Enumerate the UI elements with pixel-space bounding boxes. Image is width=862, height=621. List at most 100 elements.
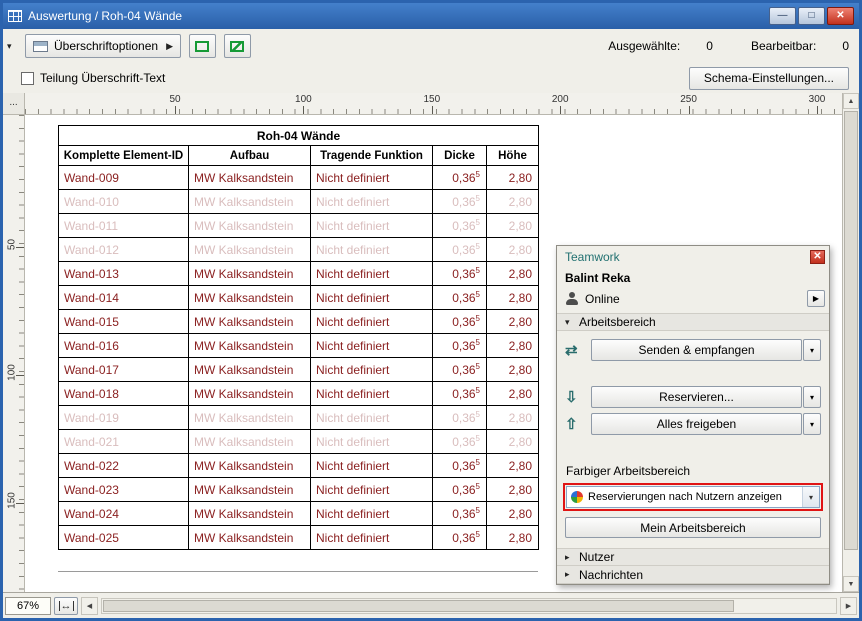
editable-label: Bearbeitbar: — [751, 39, 816, 53]
zoom-level[interactable]: 67% — [5, 597, 51, 615]
section-nutzer[interactable]: ▸ Nutzer — [557, 548, 829, 566]
edit-marquee-button[interactable] — [224, 34, 251, 58]
horizontal-scroll-thumb[interactable] — [103, 600, 734, 612]
release-all-dropdown-icon[interactable]: ▾ — [803, 413, 821, 435]
scroll-down-icon[interactable]: ▼ — [843, 576, 859, 592]
ruler-label: 150 — [7, 491, 18, 511]
online-expand-button[interactable]: ▶ — [807, 290, 825, 307]
section-nachrichten-label: Nachrichten — [579, 568, 643, 582]
table-row[interactable]: Wand-018MW KalksandsteinNicht definiert0… — [59, 382, 539, 406]
dropdown-chevron-icon[interactable]: ▾ — [802, 487, 819, 507]
cell-aufbau: MW Kalksandstein — [189, 190, 311, 214]
column-header-dicke: Dicke — [433, 146, 487, 166]
table-row[interactable]: Wand-012MW KalksandsteinNicht definiert0… — [59, 238, 539, 262]
ruler-label: 250 — [680, 94, 697, 105]
cell-element-id: Wand-018 — [59, 382, 189, 406]
release-all-label: Alles freigeben — [657, 417, 736, 431]
table-row[interactable]: Wand-009MW KalksandsteinNicht definiert0… — [59, 166, 539, 190]
table-row[interactable]: Wand-024MW KalksandsteinNicht definiert0… — [59, 502, 539, 526]
teamwork-close-icon[interactable]: ✕ — [810, 250, 825, 264]
maximize-button[interactable]: □ — [798, 7, 825, 25]
table-row[interactable]: Wand-019MW KalksandsteinNicht definiert0… — [59, 406, 539, 430]
cell-funktion: Nicht definiert — [311, 406, 433, 430]
table-row[interactable]: Wand-014MW KalksandsteinNicht definiert0… — [59, 286, 539, 310]
column-header-hoehe: Höhe — [487, 146, 539, 166]
cell-hoehe: 2,80 — [487, 238, 539, 262]
fit-width-button[interactable]: ↔ — [54, 597, 78, 615]
cell-aufbau: MW Kalksandstein — [189, 406, 311, 430]
teamwork-palette: Teamwork ✕ Balint Reka Online ▶ ▾ Arbeit… — [556, 245, 830, 585]
split-heading-checkbox[interactable] — [21, 72, 34, 85]
column-header-id: Komplette Element-ID — [59, 146, 189, 166]
table-row[interactable]: Wand-021MW KalksandsteinNicht definiert0… — [59, 430, 539, 454]
ruler-label: 200 — [552, 94, 569, 105]
my-workspace-button[interactable]: Mein Arbeitsbereich — [565, 517, 821, 538]
cell-aufbau: MW Kalksandstein — [189, 238, 311, 262]
send-receive-dropdown-icon[interactable]: ▾ — [803, 339, 821, 361]
my-workspace-label: Mein Arbeitsbereich — [640, 521, 745, 535]
close-button[interactable]: ✕ — [827, 7, 854, 25]
vertical-scroll-thumb[interactable] — [844, 111, 858, 550]
send-receive-button[interactable]: Senden & empfangen — [591, 339, 802, 361]
section-arbeitsbereich[interactable]: ▾ Arbeitsbereich — [557, 313, 829, 331]
horizontal-scroll-track[interactable] — [101, 598, 837, 614]
cell-dicke: 0,365 — [433, 286, 487, 310]
cell-funktion: Nicht definiert — [311, 262, 433, 286]
user-icon — [566, 292, 578, 305]
reserve-button[interactable]: Reservieren... — [591, 386, 802, 408]
selected-count: 0 — [706, 39, 713, 53]
send-receive-icon: ⇄ — [565, 341, 591, 359]
cell-element-id: Wand-013 — [59, 262, 189, 286]
schema-settings-button[interactable]: Schema-Einstellungen... — [689, 67, 849, 90]
cell-element-id: Wand-015 — [59, 310, 189, 334]
cell-aufbau: MW Kalksandstein — [189, 310, 311, 334]
table-row[interactable]: Wand-016MW KalksandsteinNicht definiert0… — [59, 334, 539, 358]
vertical-scrollbar[interactable]: ▲ ▼ — [842, 93, 859, 592]
reserve-label: Reservieren... — [659, 390, 734, 404]
table-row[interactable]: Wand-017MW KalksandsteinNicht definiert0… — [59, 358, 539, 382]
vertical-scroll-track[interactable] — [843, 109, 859, 576]
teamwork-header[interactable]: Teamwork ✕ — [557, 246, 829, 267]
cell-funktion: Nicht definiert — [311, 334, 433, 358]
section-nachrichten[interactable]: ▸ Nachrichten — [557, 566, 829, 584]
table-row[interactable]: Wand-013MW KalksandsteinNicht definiert0… — [59, 262, 539, 286]
cell-aufbau: MW Kalksandstein — [189, 454, 311, 478]
cell-hoehe: 2,80 — [487, 262, 539, 286]
release-all-button[interactable]: Alles freigeben — [591, 413, 802, 435]
schedule-table: Roh-04 Wände Komplette Element-ID Aufbau… — [58, 125, 539, 550]
table-bottom-rule — [58, 571, 538, 572]
ruler-corner-button[interactable]: ... — [3, 93, 25, 114]
table-row[interactable]: Wand-023MW KalksandsteinNicht definiert0… — [59, 478, 539, 502]
table-row[interactable]: Wand-010MW KalksandsteinNicht definiert0… — [59, 190, 539, 214]
ruler-label: 50 — [7, 235, 18, 255]
cell-aufbau: MW Kalksandstein — [189, 214, 311, 238]
schedule-window: Auswertung / Roh-04 Wände — □ ✕ ▾ Übersc… — [0, 0, 862, 621]
cell-dicke: 0,365 — [433, 406, 487, 430]
workspace-dropdown-value: Reservierungen nach Nutzern anzeigen — [588, 491, 797, 503]
heading-options-button[interactable]: Überschriftoptionen ▶ — [25, 34, 181, 58]
selected-label: Ausgewählte: — [608, 39, 680, 53]
workspace-color-dropdown[interactable]: Reservierungen nach Nutzern anzeigen ▾ — [566, 486, 820, 508]
scroll-right-icon[interactable]: ▶ — [840, 597, 857, 615]
scroll-up-icon[interactable]: ▲ — [843, 93, 859, 109]
table-row[interactable]: Wand-015MW KalksandsteinNicht definiert0… — [59, 310, 539, 334]
cell-element-id: Wand-016 — [59, 334, 189, 358]
reserve-dropdown-icon[interactable]: ▾ — [803, 386, 821, 408]
cell-element-id: Wand-022 — [59, 454, 189, 478]
table-row[interactable]: Wand-011MW KalksandsteinNicht definiert0… — [59, 214, 539, 238]
cell-dicke: 0,365 — [433, 238, 487, 262]
ruler-label: 300 — [809, 94, 826, 105]
cell-funktion: Nicht definiert — [311, 166, 433, 190]
palette-menu-arrow-icon[interactable]: ▾ — [7, 41, 17, 52]
cell-hoehe: 2,80 — [487, 166, 539, 190]
cell-hoehe: 2,80 — [487, 214, 539, 238]
marquee-button[interactable] — [189, 34, 216, 58]
table-row[interactable]: Wand-025MW KalksandsteinNicht definiert0… — [59, 526, 539, 550]
scroll-left-icon[interactable]: ◀ — [81, 597, 98, 615]
cell-hoehe: 2,80 — [487, 478, 539, 502]
cell-hoehe: 2,80 — [487, 382, 539, 406]
arbeitsbereich-content: ⇄ Senden & empfangen ▾ ⇩ Reservieren... — [557, 331, 829, 548]
table-row[interactable]: Wand-022MW KalksandsteinNicht definiert0… — [59, 454, 539, 478]
toolbar-options: Teilung Überschrift-Text Schema-Einstell… — [3, 63, 859, 93]
minimize-button[interactable]: — — [769, 7, 796, 25]
